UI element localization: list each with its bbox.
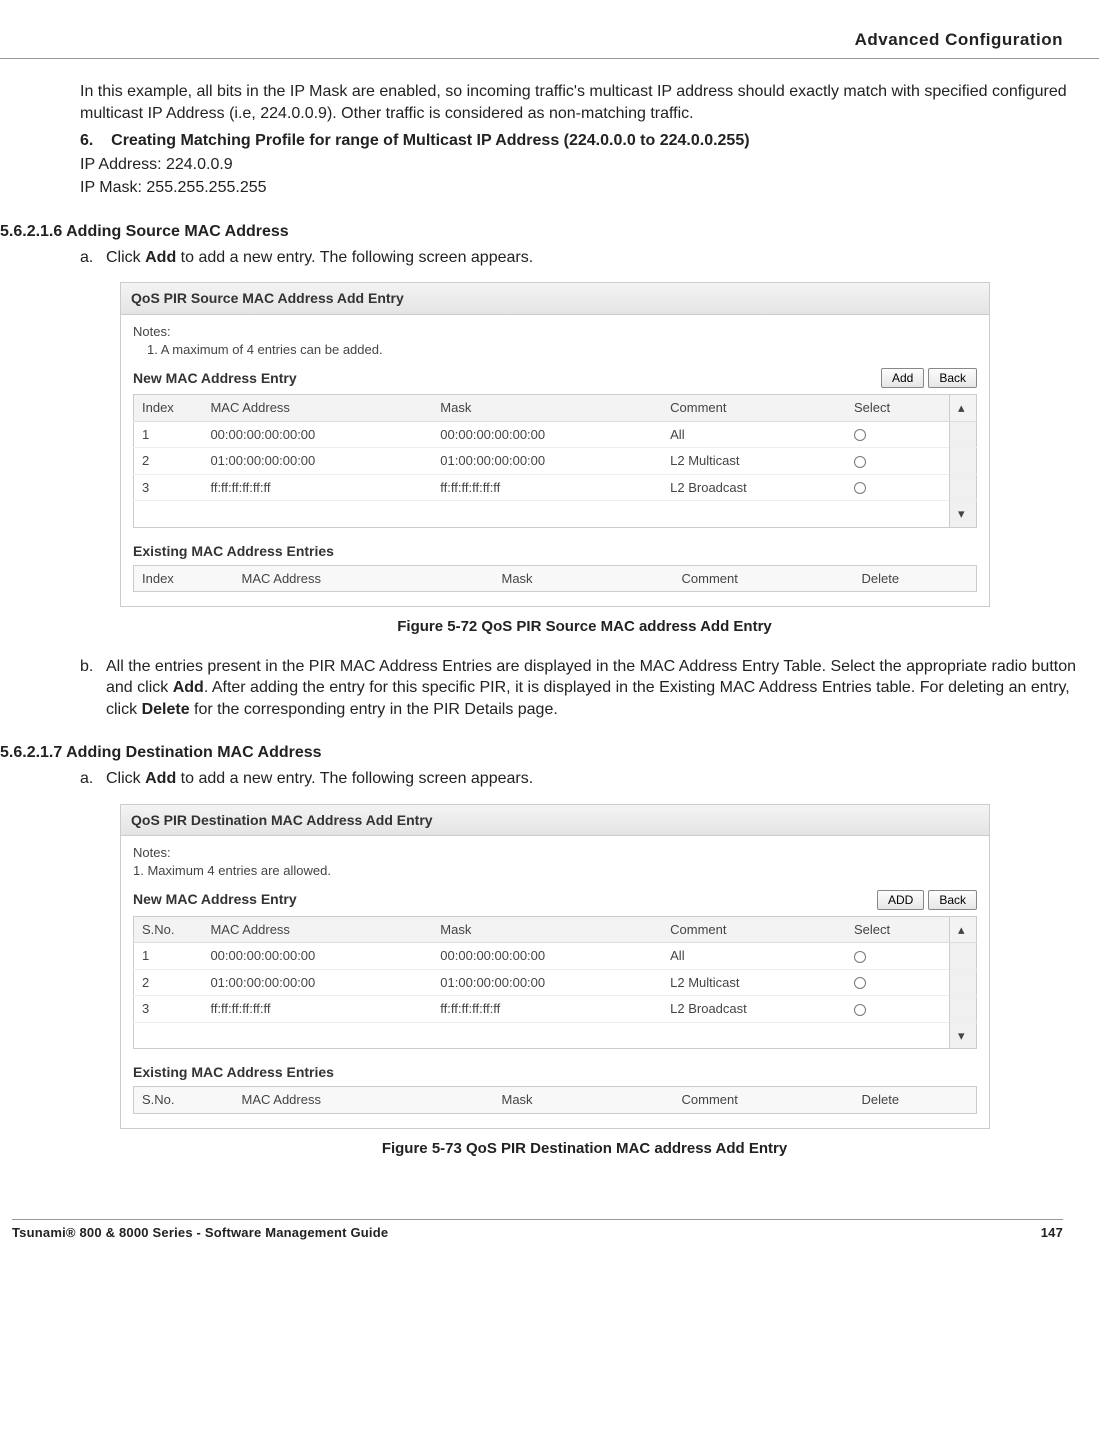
select-radio[interactable] bbox=[854, 429, 866, 441]
section-5-6-2-1-6-heading: 5.6.2.1.6 Adding Source MAC Address bbox=[0, 221, 1089, 243]
select-radio[interactable] bbox=[854, 977, 866, 989]
notes-item-1: 1. Maximum 4 entries are allowed. bbox=[133, 862, 977, 880]
existing-mac-title: Existing MAC Address Entries bbox=[133, 542, 977, 561]
col-index: Index bbox=[134, 395, 203, 422]
figure-5-73-titlebar: QoS PIR Destination MAC Address Add Entr… bbox=[121, 805, 989, 837]
step-6-ip-address: IP Address: 224.0.0.9 bbox=[80, 154, 1089, 176]
new-mac-entry-title: New MAC Address Entry bbox=[133, 890, 297, 909]
sec1-sub-b-text: All the entries present in the PIR MAC A… bbox=[106, 656, 1089, 721]
scroll-down-icon[interactable]: ▾ bbox=[949, 501, 976, 528]
notes-label: Notes: bbox=[133, 323, 977, 341]
new-mac-entry-title: New MAC Address Entry bbox=[133, 369, 297, 388]
intro-paragraph: In this example, all bits in the IP Mask… bbox=[80, 81, 1089, 124]
step-6-title: Creating Matching Profile for range of M… bbox=[111, 132, 749, 149]
select-radio[interactable] bbox=[854, 1004, 866, 1016]
step-6-number: 6. bbox=[80, 132, 93, 149]
figure-5-73-caption: Figure 5-73 QoS PIR Destination MAC addr… bbox=[80, 1139, 1089, 1159]
figure-5-72: QoS PIR Source MAC Address Add Entry Not… bbox=[120, 282, 990, 607]
add-button[interactable]: ADD bbox=[877, 890, 924, 910]
footer-guide-title: Tsunami® 800 & 8000 Series - Software Ma… bbox=[12, 1225, 388, 1240]
sec2-sub-a-letter: a. bbox=[80, 768, 106, 790]
back-button[interactable]: Back bbox=[928, 890, 977, 910]
sec1-sub-a-text: Click Add to add a new entry. The follow… bbox=[106, 247, 1089, 269]
table-row: 3 ff:ff:ff:ff:ff:ff ff:ff:ff:ff:ff:ff L2… bbox=[134, 474, 977, 501]
figure-5-73: QoS PIR Destination MAC Address Add Entr… bbox=[120, 804, 990, 1129]
new-mac-table: S.No. MAC Address Mask Comment Select ▴ … bbox=[133, 916, 977, 1050]
col-mask: Mask bbox=[432, 395, 662, 422]
notes-label: Notes: bbox=[133, 844, 977, 862]
page-header: Advanced Configuration bbox=[0, 10, 1099, 59]
select-radio[interactable] bbox=[854, 951, 866, 963]
page-footer: Tsunami® 800 & 8000 Series - Software Ma… bbox=[0, 1219, 1099, 1270]
scroll-up-icon[interactable]: ▴ bbox=[949, 916, 976, 943]
existing-mac-table: Index MAC Address Mask Comment Delete bbox=[133, 565, 977, 593]
scroll-up-icon[interactable]: ▴ bbox=[949, 395, 976, 422]
sec1-sub-a-letter: a. bbox=[80, 247, 106, 269]
new-mac-table: Index MAC Address Mask Comment Select ▴ … bbox=[133, 394, 977, 528]
table-row: 2 01:00:00:00:00:00 01:00:00:00:00:00 L2… bbox=[134, 448, 977, 475]
page-header-title: Advanced Configuration bbox=[855, 30, 1063, 49]
table-row: ▾ bbox=[134, 501, 977, 528]
col-mask: Mask bbox=[432, 916, 662, 943]
footer-page-number: 147 bbox=[1041, 1225, 1063, 1240]
col-select: Select bbox=[846, 395, 949, 422]
col-mac: MAC Address bbox=[202, 395, 432, 422]
table-row: 1 00:00:00:00:00:00 00:00:00:00:00:00 Al… bbox=[134, 943, 977, 970]
select-radio[interactable] bbox=[854, 482, 866, 494]
table-row: 1 00:00:00:00:00:00 00:00:00:00:00:00 Al… bbox=[134, 421, 977, 448]
existing-mac-title: Existing MAC Address Entries bbox=[133, 1063, 977, 1082]
section-5-6-2-1-7-heading: 5.6.2.1.7 Adding Destination MAC Address bbox=[0, 742, 1089, 764]
col-select: Select bbox=[846, 916, 949, 943]
select-radio[interactable] bbox=[854, 456, 866, 468]
table-row: ▾ bbox=[134, 1022, 977, 1049]
sec1-sub-b-letter: b. bbox=[80, 656, 106, 721]
col-comment: Comment bbox=[662, 395, 846, 422]
col-sno: S.No. bbox=[134, 916, 203, 943]
figure-5-72-caption: Figure 5-72 QoS PIR Source MAC address A… bbox=[80, 617, 1089, 637]
step-6-ip-mask: IP Mask: 255.255.255.255 bbox=[80, 177, 1089, 199]
table-row: 2 01:00:00:00:00:00 01:00:00:00:00:00 L2… bbox=[134, 969, 977, 996]
scroll-down-icon[interactable]: ▾ bbox=[949, 1022, 976, 1049]
sec2-sub-a-text: Click Add to add a new entry. The follow… bbox=[106, 768, 1089, 790]
col-comment: Comment bbox=[662, 916, 846, 943]
add-button[interactable]: Add bbox=[881, 368, 924, 388]
notes-item-1: 1. A maximum of 4 entries can be added. bbox=[147, 341, 977, 359]
table-row: 3 ff:ff:ff:ff:ff:ff ff:ff:ff:ff:ff:ff L2… bbox=[134, 996, 977, 1023]
back-button[interactable]: Back bbox=[928, 368, 977, 388]
existing-mac-table: S.No. MAC Address Mask Comment Delete bbox=[133, 1086, 977, 1114]
figure-5-72-titlebar: QoS PIR Source MAC Address Add Entry bbox=[121, 283, 989, 315]
col-mac: MAC Address bbox=[202, 916, 432, 943]
